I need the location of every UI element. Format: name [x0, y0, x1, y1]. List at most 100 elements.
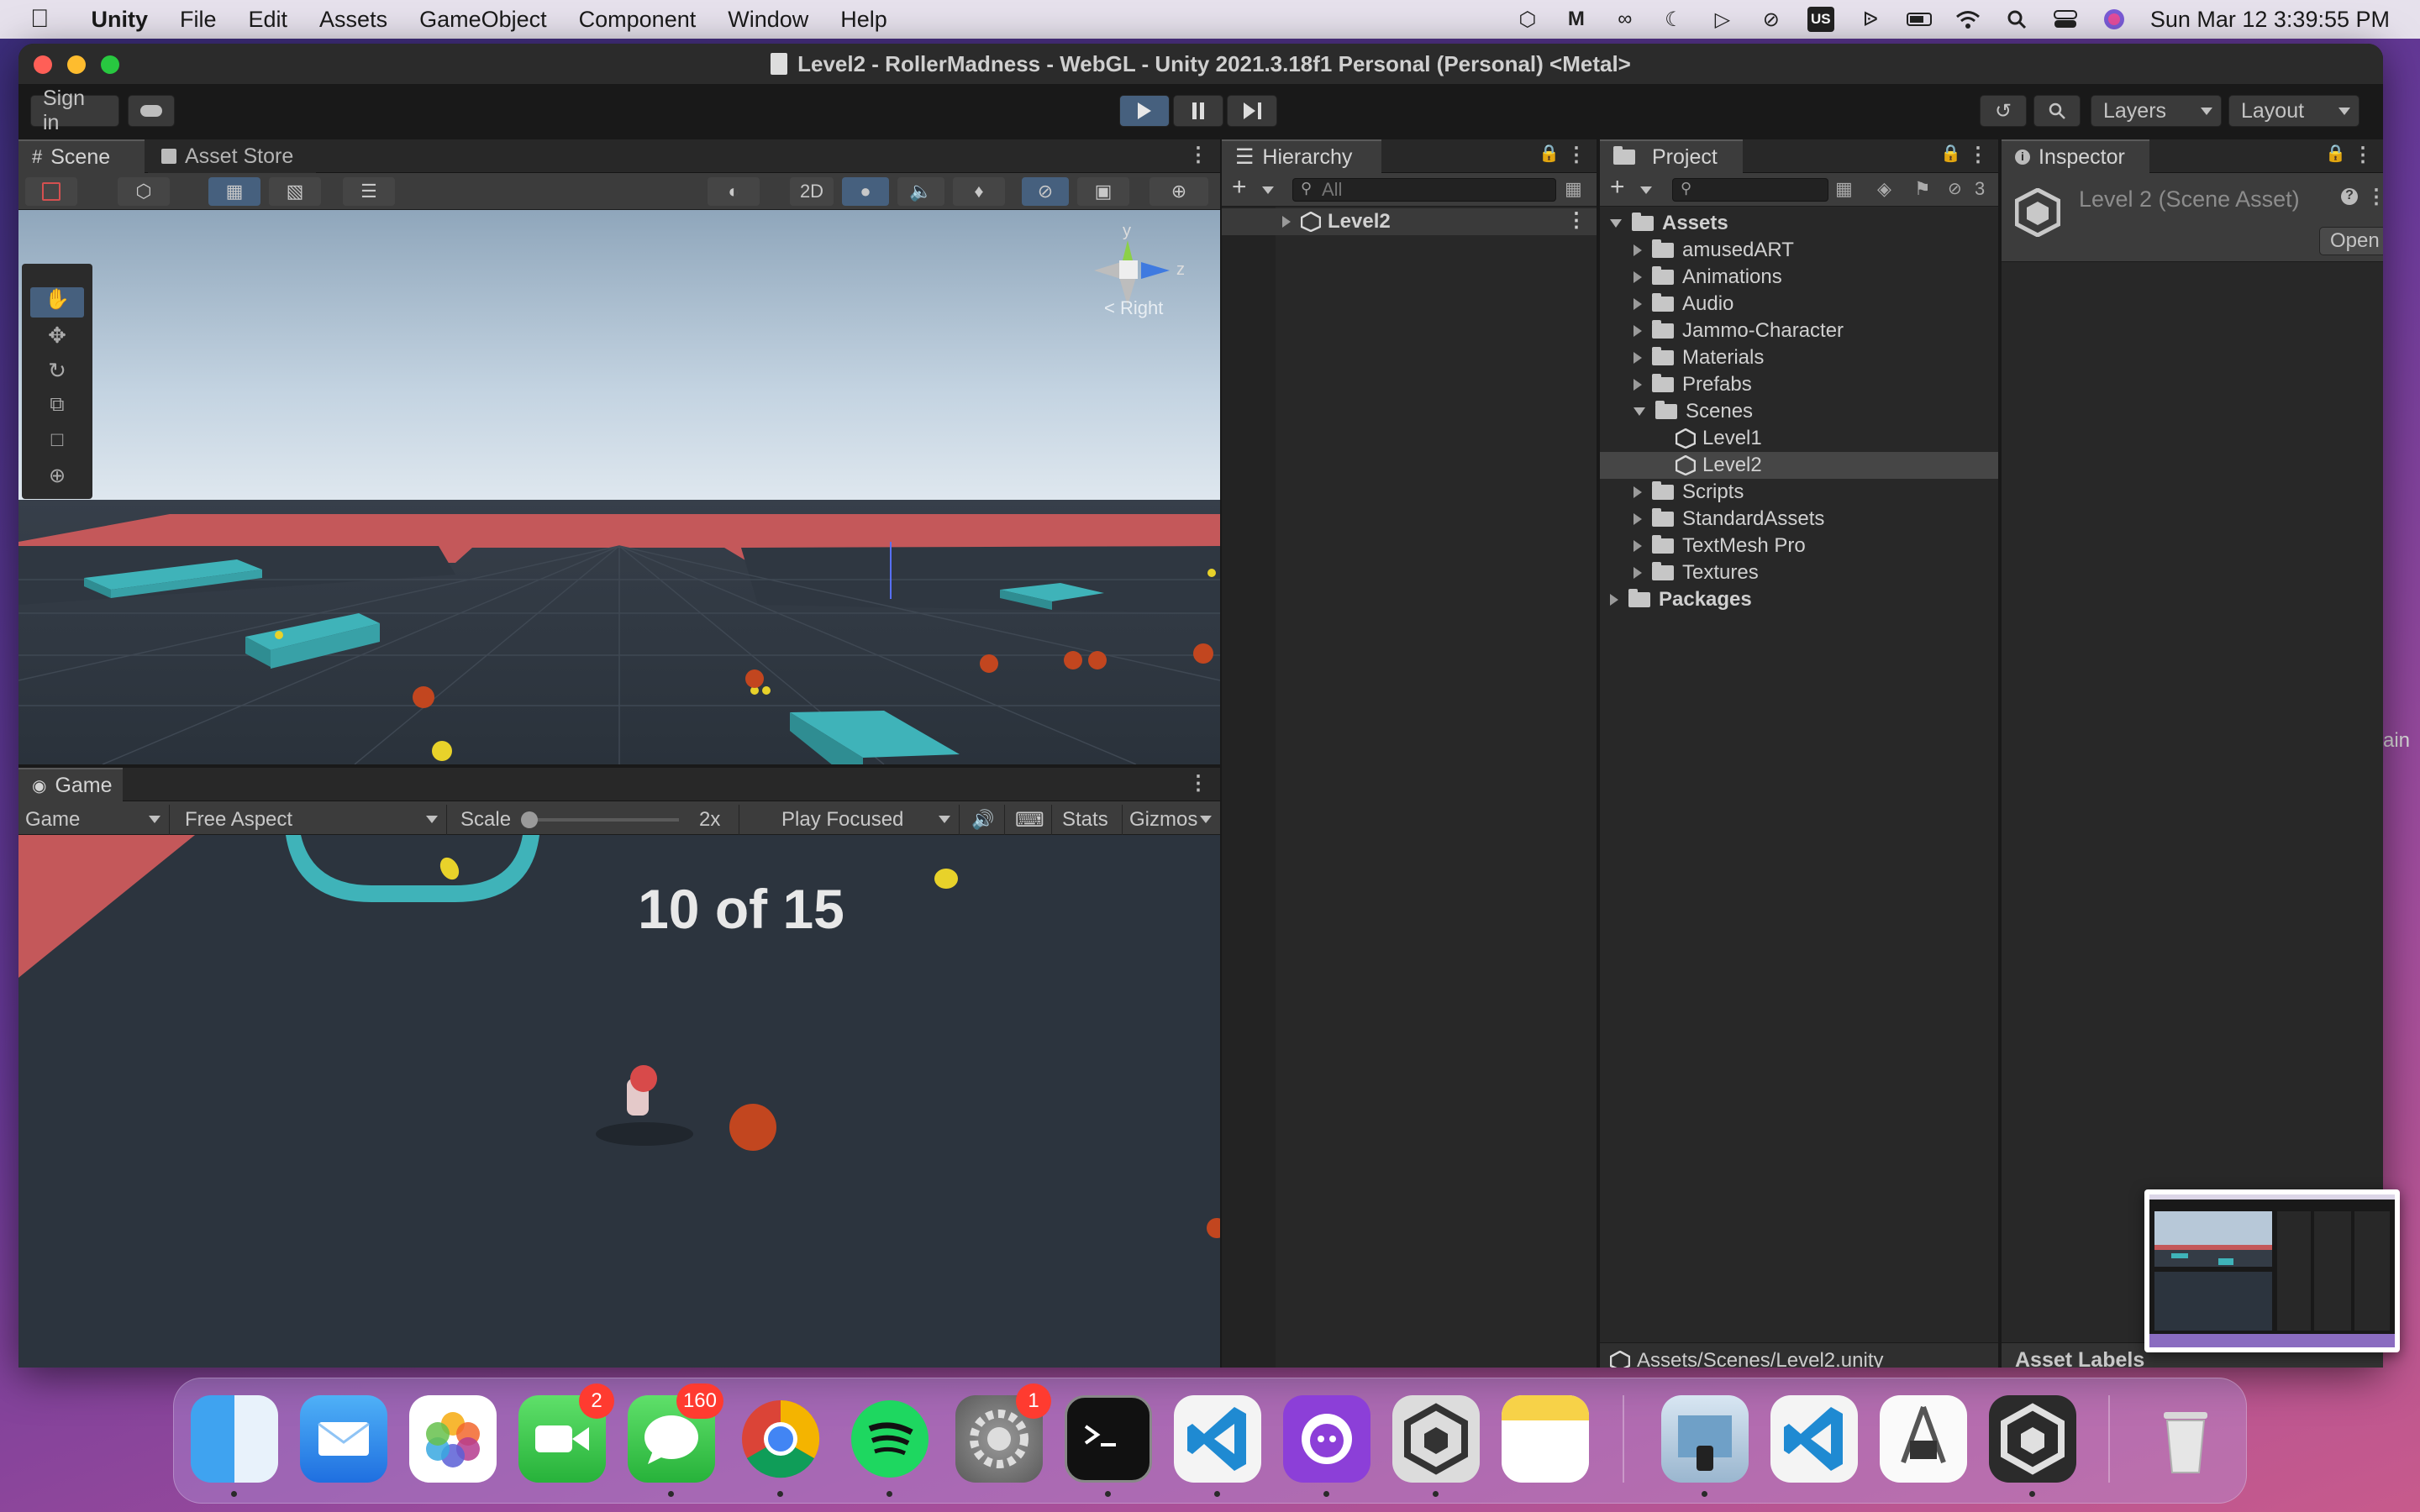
- tree-folder[interactable]: Animations: [1600, 264, 1782, 291]
- menu-app-name[interactable]: Unity: [92, 7, 149, 33]
- wifi-icon[interactable]: [1955, 7, 1981, 32]
- scale-thumb[interactable]: [521, 811, 538, 828]
- expand-arrow-icon[interactable]: [1634, 567, 1642, 579]
- dock-finder-icon[interactable]: [191, 1395, 278, 1483]
- close-window-button[interactable]: [34, 55, 52, 74]
- game-view[interactable]: 10 of 15: [18, 835, 1220, 1368]
- dock-vscode-2-icon[interactable]: [1770, 1395, 1858, 1483]
- apple-menu-icon[interactable]: : [30, 5, 50, 34]
- spotlight-search-icon[interactable]: [2004, 7, 2029, 32]
- tree-folder[interactable]: Prefabs: [1600, 371, 1752, 398]
- render-mode-button[interactable]: ⬡: [118, 177, 170, 206]
- dock-instruments-icon[interactable]: [1880, 1395, 1967, 1483]
- minimize-window-button[interactable]: [67, 55, 86, 74]
- effects-button[interactable]: ♦: [953, 177, 1005, 206]
- tree-scene-file-selected[interactable]: Level2: [1600, 452, 1998, 479]
- hierarchy-more-icon[interactable]: ⋮: [1566, 143, 1586, 167]
- tab-inspector[interactable]: i Inspector: [2002, 139, 2149, 173]
- tree-folder[interactable]: Jammo-Character: [1600, 318, 1844, 344]
- tree-folder[interactable]: amusedART: [1600, 237, 1794, 264]
- hierarchy-root-row[interactable]: Level2 ⋮: [1222, 208, 1597, 235]
- game-more-icon[interactable]: ⋮: [1188, 771, 1208, 795]
- project-add-icon[interactable]: +: [1610, 173, 1625, 202]
- move-tool-icon[interactable]: ✥: [30, 323, 84, 353]
- cloud-button[interactable]: [128, 95, 175, 127]
- malwarebytes-icon[interactable]: M: [1564, 7, 1589, 32]
- tree-scene-file[interactable]: Level1: [1600, 425, 1762, 452]
- siri-icon[interactable]: [2102, 7, 2127, 32]
- search-button[interactable]: [2033, 95, 2081, 127]
- tree-packages[interactable]: Packages: [1600, 586, 1752, 613]
- aspect-dropdown[interactable]: Free Aspect: [178, 805, 447, 835]
- hierarchy-add-icon[interactable]: +: [1232, 173, 1247, 202]
- menu-help[interactable]: Help: [840, 7, 887, 33]
- hierarchy-lock-icon[interactable]: 🔒: [1539, 143, 1560, 164]
- pause-button[interactable]: [1173, 95, 1223, 127]
- toggle-2d-button[interactable]: 2D: [790, 177, 834, 206]
- project-more-icon[interactable]: ⋮: [1968, 143, 1988, 167]
- battery-icon[interactable]: [1906, 7, 1932, 32]
- tree-folder[interactable]: Materials: [1600, 344, 1764, 371]
- search-by-label-icon[interactable]: ◈: [1877, 178, 1891, 200]
- expand-arrow-icon[interactable]: [1634, 379, 1642, 391]
- dock-chrome-icon[interactable]: [737, 1395, 824, 1483]
- project-search-input[interactable]: [1672, 178, 1828, 202]
- undo-history-button[interactable]: ↺: [1980, 95, 2027, 127]
- media-play-icon[interactable]: ▷: [1710, 7, 1735, 32]
- inspector-lock-icon[interactable]: 🔒: [2325, 143, 2346, 164]
- dock-facetime-icon[interactable]: 2: [518, 1383, 614, 1483]
- keyboard-shortcuts-toggle[interactable]: ⌨: [1008, 805, 1052, 835]
- draw-mode-button[interactable]: [25, 177, 77, 206]
- expand-arrow-icon[interactable]: [1634, 486, 1642, 498]
- expand-arrow-icon[interactable]: [1634, 271, 1642, 283]
- tree-folder[interactable]: Scripts: [1600, 479, 1744, 506]
- menu-window[interactable]: Window: [728, 7, 808, 33]
- expand-arrow-icon[interactable]: [1634, 325, 1642, 337]
- hierarchy-search-input[interactable]: [1292, 178, 1556, 202]
- mute-icon[interactable]: ⊘: [1759, 7, 1784, 32]
- favorites-icon[interactable]: ⚑: [1914, 178, 1931, 200]
- inspector-more-icon[interactable]: ⋮: [2353, 143, 2373, 167]
- ruler-button[interactable]: ☰: [343, 177, 395, 206]
- control-center-icon[interactable]: [2053, 7, 2078, 32]
- dock-unity-icon[interactable]: [1989, 1395, 2076, 1483]
- mute-audio-toggle[interactable]: 🔊: [965, 805, 1005, 835]
- menu-component[interactable]: Component: [579, 7, 697, 33]
- hierarchy-row-more-icon[interactable]: ⋮: [1566, 208, 1586, 233]
- tree-folder[interactable]: StandardAssets: [1600, 506, 1824, 533]
- menu-clock[interactable]: Sun Mar 12 3:39:55 PM: [2150, 7, 2390, 33]
- tab-scene[interactable]: # Scene: [18, 139, 145, 173]
- screenshot-thumbnail[interactable]: [2144, 1189, 2400, 1352]
- expand-arrow-icon[interactable]: [1634, 540, 1642, 552]
- expand-arrow-icon[interactable]: [1634, 298, 1642, 310]
- menu-gameobject[interactable]: GameObject: [419, 7, 547, 33]
- tree-assets[interactable]: Assets: [1600, 210, 1728, 237]
- inspector-settings-icon[interactable]: ⋮: [2366, 185, 2383, 209]
- dock-unity-hub-icon[interactable]: [1392, 1395, 1480, 1483]
- creative-cloud-icon[interactable]: ∞: [1612, 7, 1638, 32]
- scale-tool-icon[interactable]: ⧉: [30, 393, 84, 423]
- dock-photos-icon[interactable]: [409, 1395, 497, 1483]
- hidden-packages-icon[interactable]: ⊘: [1948, 178, 1962, 199]
- rotate-tool-icon[interactable]: ↻: [30, 358, 84, 388]
- keyboard-input-icon[interactable]: US: [1807, 7, 1834, 32]
- expand-arrow-icon[interactable]: [1282, 216, 1291, 228]
- menu-edit[interactable]: Edit: [249, 7, 288, 33]
- step-button[interactable]: [1227, 95, 1277, 127]
- dock-notes-icon[interactable]: [1502, 1395, 1589, 1483]
- gizmos-scene-button[interactable]: ⊕: [1150, 177, 1208, 206]
- dock-messages-icon[interactable]: 160: [628, 1383, 723, 1483]
- tab-project[interactable]: Project: [1600, 139, 1743, 173]
- dock-terminal-icon[interactable]: [1065, 1395, 1152, 1483]
- menu-assets[interactable]: Assets: [319, 7, 387, 33]
- collapse-arrow-icon[interactable]: [1610, 219, 1622, 228]
- sign-in-button[interactable]: Sign in: [30, 87, 119, 134]
- rect-tool-icon[interactable]: □: [30, 428, 84, 459]
- tree-folder[interactable]: Audio: [1600, 291, 1733, 318]
- dock-trash-icon[interactable]: [2142, 1395, 2229, 1483]
- project-lock-icon[interactable]: 🔒: [1940, 143, 1961, 164]
- tab-game[interactable]: ◉ Game: [18, 768, 123, 801]
- search-by-type-icon[interactable]: ▦: [1835, 178, 1853, 200]
- collapse-arrow-icon[interactable]: [1634, 407, 1645, 416]
- expand-arrow-icon[interactable]: [1634, 513, 1642, 525]
